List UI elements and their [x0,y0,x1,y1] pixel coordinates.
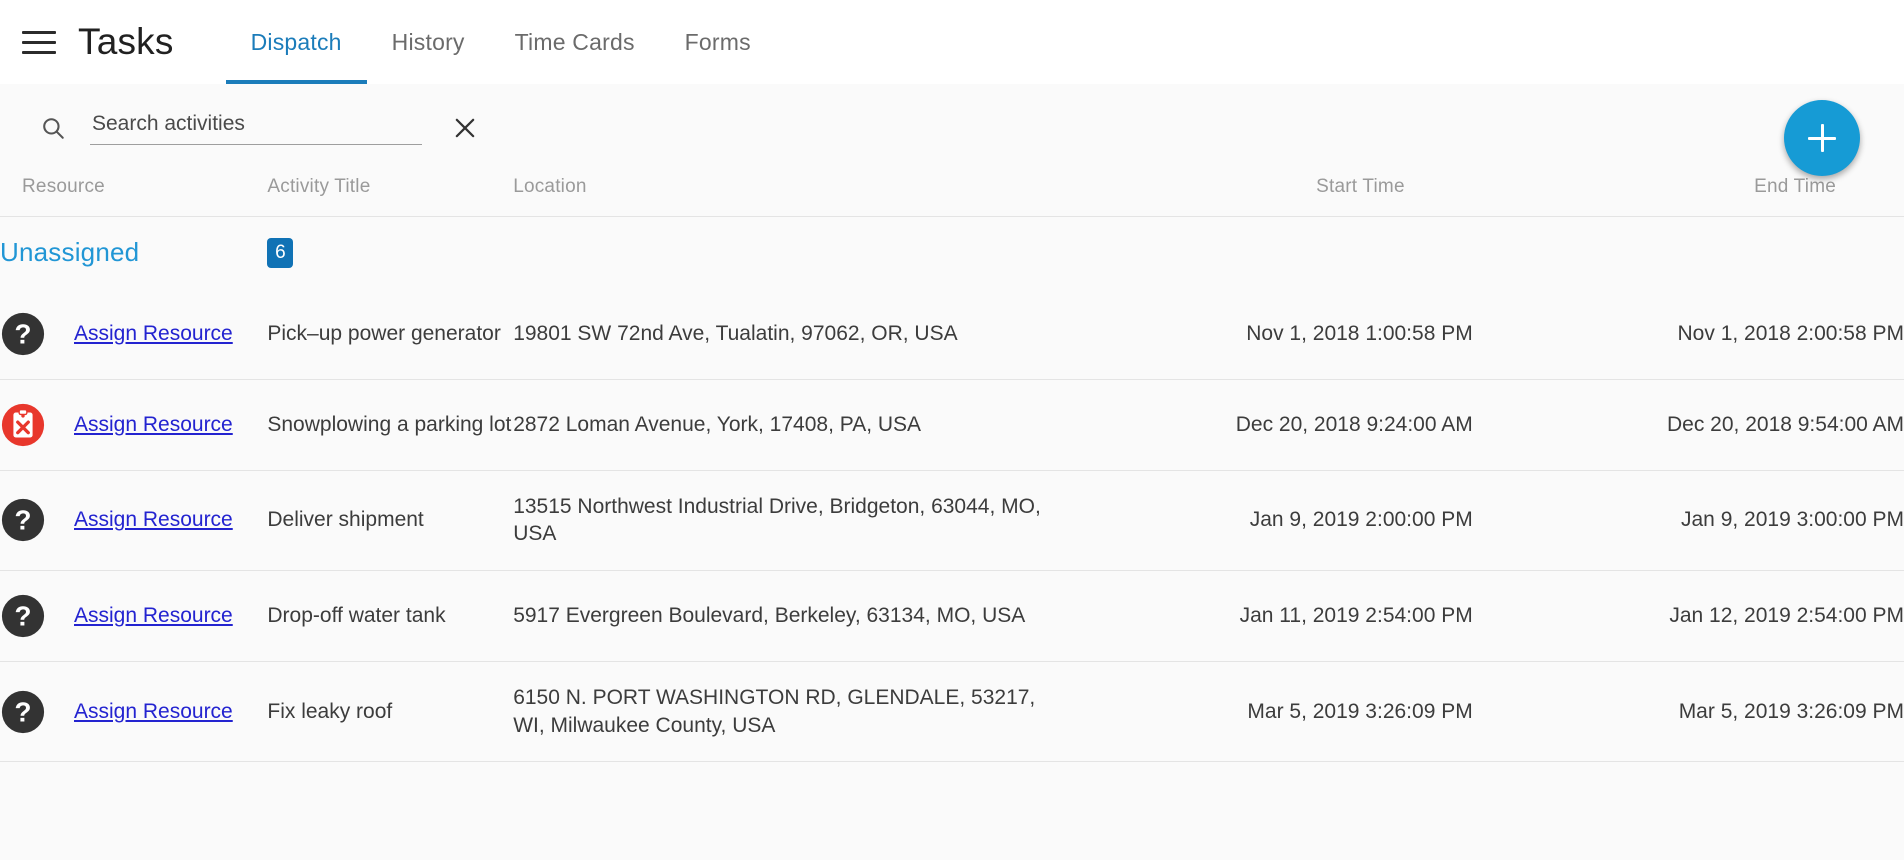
cell-activity-title: Snowplowing a parking lot [267,412,512,436]
cell-resource: ? Assign Resource [0,661,267,761]
group-spacer [513,217,1052,289]
cell-start-time: Mar 5, 2019 3:26:09 PM [1247,699,1473,723]
cell-location: 19801 SW 72nd Ave, Tualatin, 97062, OR, … [513,321,958,345]
add-activity-button[interactable] [1784,100,1860,176]
tab-dispatch[interactable]: Dispatch [225,0,367,84]
cell-end-time: Nov 1, 2018 2:00:58 PM [1677,321,1904,345]
table-row[interactable]: ? Assign Resource Deliver shipment 13515… [0,470,1904,571]
plus-icon-vertical [1820,124,1824,152]
tab-history[interactable]: History [367,0,490,84]
question-mark-icon: ? [1,690,45,733]
table-row[interactable]: Assign Resource Snowplowing a parking lo… [0,379,1904,470]
column-header-resource[interactable]: Resource [0,172,267,217]
cell-location: 6150 N. PORT WASHINGTON RD, GLENDALE, 53… [513,685,1036,737]
assign-resource-link[interactable]: Assign Resource [74,506,233,534]
app-bar: Tasks Dispatch History Time Cards Forms [0,0,1904,84]
cell-start-time: Jan 9, 2019 2:00:00 PM [1249,508,1473,532]
cell-activity-title: Pick–up power generator [267,321,501,345]
cell-resource: ? Assign Resource [0,570,267,661]
column-header-end-time[interactable]: End Time [1473,172,1904,217]
hamburger-bar [22,30,56,34]
cell-location: 2872 Loman Avenue, York, 17408, PA, USA [513,412,922,436]
cell-activity-title: Fix leaky roof [267,699,393,723]
assign-resource-link[interactable]: Assign Resource [74,698,233,726]
assign-resource-link[interactable]: Assign Resource [74,602,233,630]
hamburger-menu-icon[interactable] [22,27,56,57]
tab-bar: Dispatch History Time Cards Forms [225,0,776,84]
cell-resource: ? Assign Resource [0,289,267,380]
close-icon [455,118,475,138]
column-header-location[interactable]: Location [513,172,1052,217]
cell-location: 5917 Evergreen Boulevard, Berkeley, 6313… [513,604,1026,628]
clipboard-error-icon [1,403,45,446]
cell-start-time: Jan 11, 2019 2:54:00 PM [1239,604,1473,628]
cell-end-time: Jan 9, 2019 3:00:00 PM [1681,508,1904,532]
svg-text:?: ? [15,318,32,349]
cell-end-time: Dec 20, 2018 9:54:00 AM [1667,412,1904,436]
cell-resource: ? Assign Resource [0,470,267,570]
group-header-unassigned[interactable]: Unassigned 6 [0,217,1904,289]
cell-start-time: Dec 20, 2018 9:24:00 AM [1235,412,1473,436]
cell-activity-title: Deliver shipment [267,508,424,532]
page-title: Tasks [78,21,174,62]
question-mark-icon: ? [1,499,45,542]
content-surface: Resource Activity Title Location Start T… [0,84,1904,860]
group-section: Unassigned 6 [0,217,1904,289]
question-mark-icon: ? [1,594,45,638]
cell-location: 13515 Northwest Industrial Drive, Bridge… [513,494,1041,546]
cell-end-time: Mar 5, 2019 3:26:09 PM [1678,699,1904,723]
svg-text:?: ? [15,696,32,727]
assign-resource-link[interactable]: Assign Resource [74,320,233,348]
group-count-badge: 6 [267,237,294,268]
column-header-start-time[interactable]: Start Time [1052,172,1472,217]
table-row[interactable]: ? Assign Resource Pick–up power generato… [0,289,1904,380]
group-spacer [1473,217,1904,289]
search-input[interactable] [90,111,422,145]
group-name: Unassigned [0,237,140,268]
cell-start-time: Nov 1, 2018 1:00:58 PM [1246,321,1473,345]
hamburger-bar [22,40,56,44]
table-header: Resource Activity Title Location Start T… [0,172,1904,217]
hamburger-bar [22,50,56,54]
cell-activity-title: Drop-off water tank [267,604,446,628]
group-count-cell: 6 [267,217,513,289]
table-row[interactable]: ? Assign Resource Drop-off water tank 59… [0,570,1904,662]
table-row[interactable]: ? Assign Resource Fix leaky roof 6150 N.… [0,661,1904,762]
cell-resource: Assign Resource [0,379,267,470]
svg-text:?: ? [15,505,32,536]
table-header-row: Resource Activity Title Location Start T… [0,172,1904,217]
activities-table: Resource Activity Title Location Start T… [0,172,1904,762]
question-mark-icon: ? [1,312,45,355]
cell-end-time: Jan 12, 2019 2:54:00 PM [1669,604,1904,628]
search-bar [0,84,1904,176]
svg-text:?: ? [15,601,32,632]
tab-forms[interactable]: Forms [660,0,776,84]
activity-rows: ? Assign Resource Pick–up power generato… [0,289,1904,762]
assign-resource-link[interactable]: Assign Resource [74,411,233,439]
column-header-activity-title[interactable]: Activity Title [267,172,513,217]
tab-time-cards[interactable]: Time Cards [490,0,660,84]
clear-search-button[interactable] [450,113,480,143]
group-spacer [1052,217,1472,289]
search-icon[interactable] [40,115,66,141]
